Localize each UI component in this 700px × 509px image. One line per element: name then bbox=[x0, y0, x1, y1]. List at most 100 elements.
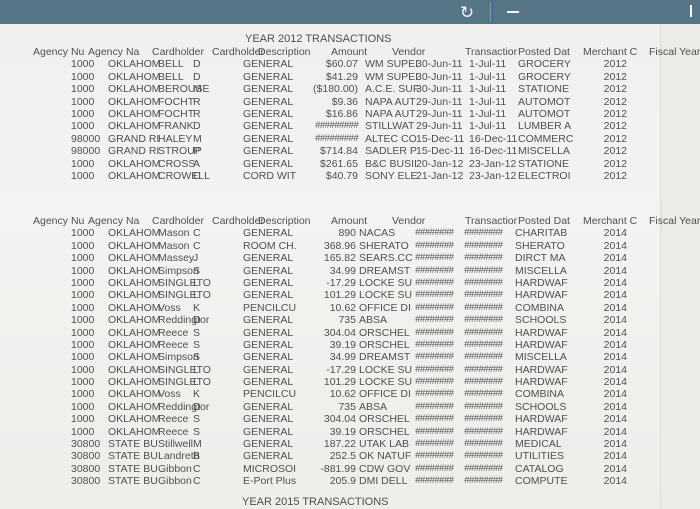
cell-cardholder-last: Reddingtor bbox=[158, 314, 210, 327]
cell-agency-number: 1000 bbox=[71, 314, 95, 327]
refresh-button[interactable]: ↻ bbox=[456, 1, 478, 23]
cell-vendor: STILLWAT bbox=[365, 120, 415, 133]
cell-description: GENERAL bbox=[243, 376, 294, 389]
cell-transaction-date: 20-Jan-12 bbox=[416, 157, 464, 170]
cell-agency-name: OKLAHOM bbox=[108, 169, 161, 182]
cell-cardholder-last: Reece bbox=[158, 338, 189, 351]
cell-cardholder-last: SINGLETO bbox=[158, 289, 211, 302]
cell-cardholder-last: Voss bbox=[158, 388, 181, 401]
cell-posted-date: ######## bbox=[464, 462, 503, 474]
cell-transaction-date: ######## bbox=[415, 363, 454, 375]
cell-cardholder-first: C bbox=[193, 462, 201, 475]
cell-agency-number: 1000 bbox=[71, 70, 95, 83]
cell-vendor: ABSA bbox=[359, 400, 388, 413]
cell-posted-date: ######## bbox=[464, 264, 503, 276]
cell-cardholder-last: Gibbon bbox=[158, 475, 192, 488]
cell-agency-number: 1000 bbox=[71, 157, 95, 170]
cell-cardholder-last: FOCHT bbox=[158, 95, 195, 108]
cell-posted-date: 23-Jan-12 bbox=[469, 157, 517, 170]
column-header-posted-date: Posted Dat bbox=[518, 215, 570, 227]
cell-agency-number: 1000 bbox=[71, 264, 95, 277]
cell-description: GENERAL bbox=[243, 363, 294, 376]
cell-fiscal-year: 2014 bbox=[603, 326, 627, 339]
cell-merchant-category: AUTOMOT bbox=[518, 107, 571, 120]
cell-agency-name: OKLAHOM bbox=[108, 338, 161, 351]
cell-agency-name: OKLAHOM bbox=[108, 58, 161, 71]
cell-vendor: ORSCHEL bbox=[359, 338, 410, 351]
cell-transaction-date: ######## bbox=[415, 413, 454, 425]
cell-merchant-category: COMMERC bbox=[518, 132, 574, 145]
cell-posted-date: ######## bbox=[464, 425, 503, 437]
cell-posted-date: ######## bbox=[464, 227, 503, 239]
cell-fiscal-year: 2012 bbox=[603, 132, 627, 145]
cell-cardholder-first: S bbox=[193, 326, 201, 339]
cell-cardholder-last: SINGLETO bbox=[158, 376, 211, 389]
cell-posted-date: ######## bbox=[464, 289, 503, 301]
cell-agency-number: 1000 bbox=[71, 83, 95, 96]
cell-vendor: WM SUPEI bbox=[365, 70, 419, 83]
cell-fiscal-year: 2014 bbox=[603, 314, 627, 327]
cell-cardholder-first: R bbox=[193, 107, 201, 120]
cell-posted-date: 23-Jan-12 bbox=[469, 169, 517, 182]
window-titlebar: ↻ bbox=[0, 0, 700, 24]
cell-agency-name: OKLAHOM bbox=[108, 95, 161, 108]
cell-cardholder-first: M bbox=[193, 83, 202, 96]
cell-transaction-date: ######## bbox=[415, 301, 454, 313]
cell-transaction-date: 29-Jun-11 bbox=[416, 95, 463, 108]
cell-posted-date: ######## bbox=[464, 252, 503, 264]
cell-cardholder-first: B bbox=[193, 450, 201, 463]
minimize-button[interactable] bbox=[492, 0, 533, 24]
cell-vendor: NAPA AUT bbox=[365, 107, 416, 120]
cell-fiscal-year: 2014 bbox=[603, 388, 627, 401]
cell-cardholder-first: D bbox=[193, 314, 201, 327]
cell-fiscal-year: 2014 bbox=[603, 400, 627, 413]
cell-merchant-category: GROCERY bbox=[518, 70, 571, 83]
cell-posted-date: ######## bbox=[464, 450, 503, 462]
cell-transaction-date: 29-Jun-11 bbox=[416, 120, 463, 133]
cell-transaction-date: 15-Dec-11 bbox=[416, 145, 465, 158]
cell-amount: ######### bbox=[314, 120, 359, 132]
cell-transaction-date: ######## bbox=[415, 289, 454, 301]
cell-amount: $261.65 bbox=[320, 157, 358, 170]
cell-cardholder-first: R bbox=[193, 95, 201, 108]
cell-vendor: ABSA bbox=[359, 314, 388, 327]
cell-description: GENERAL bbox=[243, 83, 294, 96]
cell-amount: 735 bbox=[338, 314, 356, 327]
cell-amount: $714.84 bbox=[320, 145, 358, 158]
cell-cardholder-first: L bbox=[193, 363, 199, 376]
cell-description: GENERAL bbox=[243, 400, 294, 413]
cell-agency-number: 30800 bbox=[71, 475, 101, 488]
cell-agency-number: 1000 bbox=[71, 276, 95, 289]
cell-amount: $41.29 bbox=[325, 70, 358, 83]
cell-transaction-date: ######## bbox=[415, 264, 454, 276]
cell-merchant-category: COMBINA bbox=[515, 388, 565, 401]
column-header-transaction-date: Transactior bbox=[465, 215, 518, 227]
cell-merchant-category: SCHOOLS bbox=[515, 400, 567, 413]
cell-agency-name: OKLAHOM bbox=[108, 264, 161, 277]
cell-amount: 165.82 bbox=[323, 252, 356, 265]
cell-agency-number: 1000 bbox=[71, 227, 95, 240]
cell-transaction-date: ######## bbox=[415, 314, 454, 326]
section-title-2012: YEAR 2012 TRANSACTIONS bbox=[245, 33, 392, 45]
cell-posted-date: 1-Jul-11 bbox=[469, 83, 507, 96]
cell-cardholder-last: Stillwell bbox=[158, 438, 194, 451]
column-header-amount: Amount bbox=[331, 215, 368, 227]
cell-vendor: OK NATUF bbox=[359, 450, 412, 463]
cell-agency-number: 1000 bbox=[71, 252, 95, 265]
cell-merchant-category: HARDWAF bbox=[515, 276, 568, 289]
cell-description: PENCILCU bbox=[243, 301, 297, 314]
cell-agency-name: OKLAHOM bbox=[108, 363, 161, 376]
cell-description: GENERAL bbox=[243, 351, 294, 364]
cell-description: ROOM CH. bbox=[243, 239, 297, 252]
cell-merchant-category: LUMBER A bbox=[518, 120, 572, 133]
column-header-merchant-category: Merchant C bbox=[583, 46, 638, 58]
cell-cardholder-first: L bbox=[193, 276, 199, 289]
cell-description: GENERAL bbox=[243, 276, 294, 289]
cell-merchant-category: MEDICAL bbox=[515, 438, 562, 451]
cell-amount: $9.36 bbox=[331, 95, 358, 108]
cell-agency-name: OKLAHOM bbox=[108, 351, 161, 364]
cell-description: PENCILCU bbox=[243, 388, 297, 401]
cell-amount: -17.29 bbox=[326, 276, 356, 289]
cell-posted-date: ######## bbox=[464, 338, 503, 350]
cell-description: GENERAL bbox=[243, 326, 294, 339]
